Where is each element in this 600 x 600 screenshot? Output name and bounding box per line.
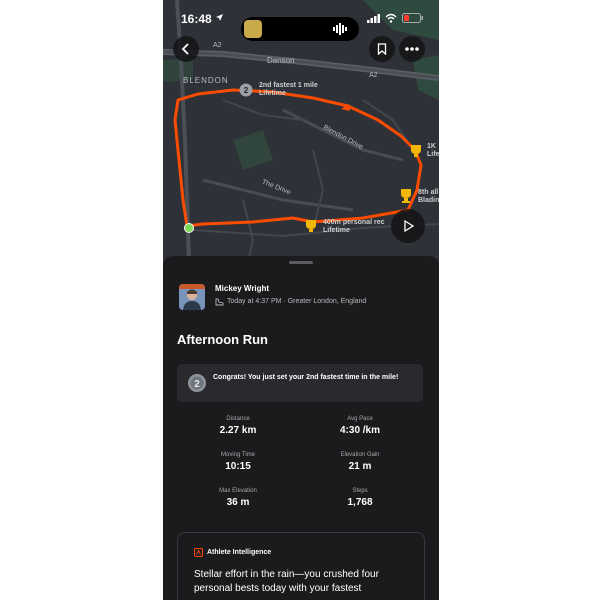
activity-meta: Today at 4:37 PM · Greater London, Engla… bbox=[215, 297, 366, 306]
athlete-intelligence-body: Stellar effort in the rain—you crushed f… bbox=[194, 569, 379, 594]
road-label-a2-right: A2 bbox=[369, 72, 378, 79]
stat-max-elevation: Max Elevation 36 m bbox=[178, 488, 298, 508]
athlete-intelligence-title: Athlete Intelligence bbox=[207, 549, 272, 556]
profile-photo bbox=[179, 284, 205, 310]
trophy-pr-icon bbox=[306, 220, 316, 232]
cellular-signal-icon bbox=[367, 14, 380, 23]
status-time: 16:48 bbox=[181, 12, 212, 26]
stat-label: Distance bbox=[226, 416, 250, 422]
stat-elevation-gain: Elevation Gain 21 m bbox=[300, 452, 420, 472]
dynamic-island bbox=[241, 17, 359, 41]
athlete-intelligence-icon bbox=[194, 548, 203, 557]
badge-3-line2: Bladin bbox=[418, 197, 439, 204]
bookmark-icon bbox=[377, 43, 387, 55]
play-icon bbox=[404, 220, 414, 232]
stat-value: 4:30 /km bbox=[339, 425, 381, 436]
road-label-danson: Danson bbox=[267, 56, 295, 65]
chevron-left-icon bbox=[181, 43, 189, 55]
more-options-button[interactable] bbox=[399, 36, 425, 62]
athlete-intelligence-header: Athlete Intelligence bbox=[194, 548, 271, 557]
wifi-icon bbox=[385, 13, 397, 23]
location-arrow-icon bbox=[216, 14, 223, 21]
stat-label: Elevation Gain bbox=[340, 452, 380, 458]
audio-wave-icon bbox=[333, 23, 347, 35]
athlete-intelligence-card[interactable]: Athlete Intelligence Stellar effort in t… bbox=[177, 532, 425, 600]
svg-text:2: 2 bbox=[244, 86, 249, 95]
stat-steps: Steps 1,768 bbox=[300, 488, 420, 508]
badge-2-line1: 1K bbox=[427, 143, 436, 150]
trophy-pr-icon bbox=[411, 145, 421, 157]
back-button[interactable] bbox=[173, 36, 199, 62]
badge-1-line1: 2nd fastest 1 mile bbox=[259, 82, 318, 89]
medal-2-icon: 2 bbox=[188, 374, 206, 392]
start-marker bbox=[184, 223, 194, 233]
stat-value: 10:15 bbox=[225, 461, 251, 472]
stat-value: 1,768 bbox=[347, 497, 373, 508]
bookmark-button[interactable] bbox=[369, 36, 395, 62]
stat-label: Moving Time bbox=[220, 452, 255, 458]
avatar[interactable] bbox=[179, 284, 205, 310]
badge-4-line1: 400m personal rec bbox=[323, 219, 385, 226]
achievement-text: Congrats! You just set your 2nd fastest … bbox=[213, 374, 399, 381]
stat-avg-pace: Avg Pace 4:30 /km bbox=[300, 416, 420, 436]
more-icon bbox=[405, 47, 419, 51]
activity-meta-text: Today at 4:37 PM · Greater London, Engla… bbox=[227, 298, 367, 305]
status-bar: 16:48 bbox=[163, 10, 439, 41]
area-label-blendon: BLENDON bbox=[183, 76, 229, 85]
stat-value: 21 m bbox=[348, 461, 372, 472]
activity-title: Afternoon Run bbox=[177, 332, 268, 347]
badge-1-line2: Lifetime bbox=[259, 90, 286, 97]
road-label-a2-left: A2 bbox=[213, 42, 222, 49]
stat-value: 36 m bbox=[226, 497, 250, 508]
badge-3-line1: 8th all bbox=[418, 189, 439, 196]
stat-label: Steps bbox=[352, 488, 368, 494]
stat-label: Max Elevation bbox=[219, 488, 257, 494]
play-flyover-button[interactable] bbox=[391, 209, 425, 243]
athlete-name[interactable]: Mickey Wright bbox=[215, 284, 269, 293]
stat-distance: Distance 2.27 km bbox=[178, 416, 298, 436]
svg-text:2: 2 bbox=[194, 379, 200, 390]
stat-value: 2.27 km bbox=[219, 425, 257, 436]
trophy-icon bbox=[401, 189, 411, 203]
shoe-icon bbox=[215, 298, 224, 306]
medal-2-icon: 2 bbox=[239, 83, 253, 97]
badge-2-line2: Life bbox=[427, 151, 439, 158]
stat-moving-time: Moving Time 10:15 bbox=[178, 452, 298, 472]
badge-4-line2: Lifetime bbox=[323, 227, 350, 234]
stat-label: Avg Pace bbox=[347, 416, 373, 422]
battery-icon bbox=[402, 13, 423, 23]
sheet-handle[interactable] bbox=[289, 261, 313, 264]
activity-sheet: Mickey Wright Today at 4:37 PM · Greater… bbox=[163, 256, 439, 600]
now-playing-artwork bbox=[244, 20, 262, 38]
phone-screen: A2 A2 Danson Blendon Drive The Drive BLE… bbox=[163, 0, 439, 600]
achievement-banner[interactable]: 2 Congrats! You just set your 2nd fastes… bbox=[177, 364, 423, 402]
